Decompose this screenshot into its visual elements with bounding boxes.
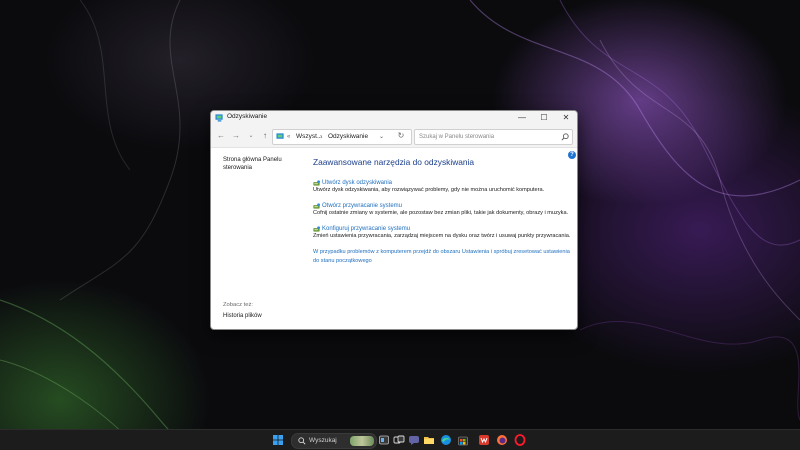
search-placeholder: Szukaj w Panelu sterowania [419, 134, 495, 140]
file-history-link[interactable]: Historia plików [223, 313, 262, 319]
open-system-restore-label[interactable]: Otwórz przywracanie systemu [322, 202, 402, 210]
search-icon [298, 437, 306, 445]
create-recovery-drive-description: Utwórz dysk odzyskiwania, aby rozwiązywa… [313, 187, 545, 193]
maximize-button[interactable]: ☐ [533, 111, 555, 125]
configure-system-restore-link[interactable]: Konfiguruj przywracanie systemu [313, 225, 573, 233]
configure-restore-icon [313, 225, 320, 232]
firefox-icon[interactable] [496, 434, 508, 446]
main-content: Zaawansowane narzędzia do odzyskiwania U… [313, 157, 573, 266]
widgets-icon[interactable] [378, 434, 390, 446]
breadcrumb-recovery[interactable]: Odzyskiwanie [328, 130, 368, 144]
teams-chat-icon[interactable] [408, 434, 420, 446]
breadcrumb-all-items[interactable]: Wszyst... [296, 130, 322, 144]
task-create-recovery-drive: Utwórz dysk odzyskiwania Utwórz dysk odz… [313, 179, 573, 194]
recovery-window: Odzyskiwanie — ☐ ✕ ← → ⌄ ↑ « Wszyst... ›… [210, 110, 578, 330]
see-also-label: Zobacz też: [223, 302, 253, 308]
up-button[interactable]: ↑ [259, 130, 271, 142]
refresh-button[interactable]: ↻ [395, 130, 407, 142]
title-bar[interactable]: Odzyskiwanie — ☐ ✕ [211, 111, 577, 125]
back-button[interactable]: ← [215, 130, 227, 142]
recovery-drive-icon [313, 179, 320, 186]
search-input[interactable]: Szukaj w Panelu sterowania [414, 129, 573, 145]
open-system-restore-description: Cofnij ostatnie zmiany w systemie, ale p… [313, 210, 569, 216]
control-panel-icon [215, 114, 223, 122]
wps-office-icon[interactable] [478, 434, 490, 446]
system-restore-icon [313, 202, 320, 209]
taskbar-search-label: Wyszukaj [309, 437, 337, 444]
opera-icon[interactable] [514, 434, 526, 446]
left-pane: Strona główna Panelu sterowania [223, 156, 303, 172]
minimize-button[interactable]: — [511, 111, 533, 125]
edge-icon[interactable] [440, 434, 452, 446]
search-icon[interactable] [561, 133, 569, 141]
search-highlight-image [350, 436, 374, 446]
configure-system-restore-label[interactable]: Konfiguruj przywracanie systemu [322, 225, 410, 233]
recent-locations-button[interactable]: ⌄ [245, 130, 257, 142]
task-configure-system-restore: Konfiguruj przywracanie systemu Zmień us… [313, 225, 573, 240]
file-explorer-icon[interactable] [423, 434, 435, 446]
address-bar[interactable]: « Wszyst... › Odzyskiwanie ⌄ [272, 129, 412, 145]
configure-system-restore-description: Zmień ustawienia przywracania, zarządzaj… [313, 233, 571, 239]
task-open-system-restore: Otwórz przywracanie systemu Cofnij ostat… [313, 202, 573, 217]
reset-pc-settings-link[interactable]: W przypadku problemów z komputerem przej… [313, 248, 575, 266]
address-overflow-icon[interactable]: « [287, 131, 290, 143]
window-title: Odzyskiwanie [227, 113, 268, 120]
page-title: Zaawansowane narzędzia do odzyskiwania [313, 157, 475, 167]
control-panel-home-link[interactable]: Strona główna Panelu sterowania [223, 156, 303, 172]
address-dropdown-icon[interactable]: ⌄ [379, 130, 384, 144]
control-panel-icon [276, 133, 284, 139]
breadcrumb-separator-icon[interactable]: › [320, 130, 322, 144]
open-system-restore-link[interactable]: Otwórz przywracanie systemu [313, 202, 573, 210]
navigation-bar: ← → ⌄ ↑ « Wszyst... › Odzyskiwanie ⌄ ↻ S… [211, 125, 577, 148]
create-recovery-drive-link[interactable]: Utwórz dysk odzyskiwania [313, 179, 573, 187]
windows-start-icon[interactable] [272, 434, 284, 446]
taskbar: Wyszukaj [0, 429, 800, 450]
task-view-icon[interactable] [393, 434, 405, 446]
microsoft-store-icon[interactable] [457, 434, 469, 446]
taskbar-search[interactable]: Wyszukaj [291, 433, 377, 449]
close-button[interactable]: ✕ [555, 111, 577, 125]
create-recovery-drive-label[interactable]: Utwórz dysk odzyskiwania [322, 179, 392, 187]
forward-button[interactable]: → [230, 130, 242, 142]
